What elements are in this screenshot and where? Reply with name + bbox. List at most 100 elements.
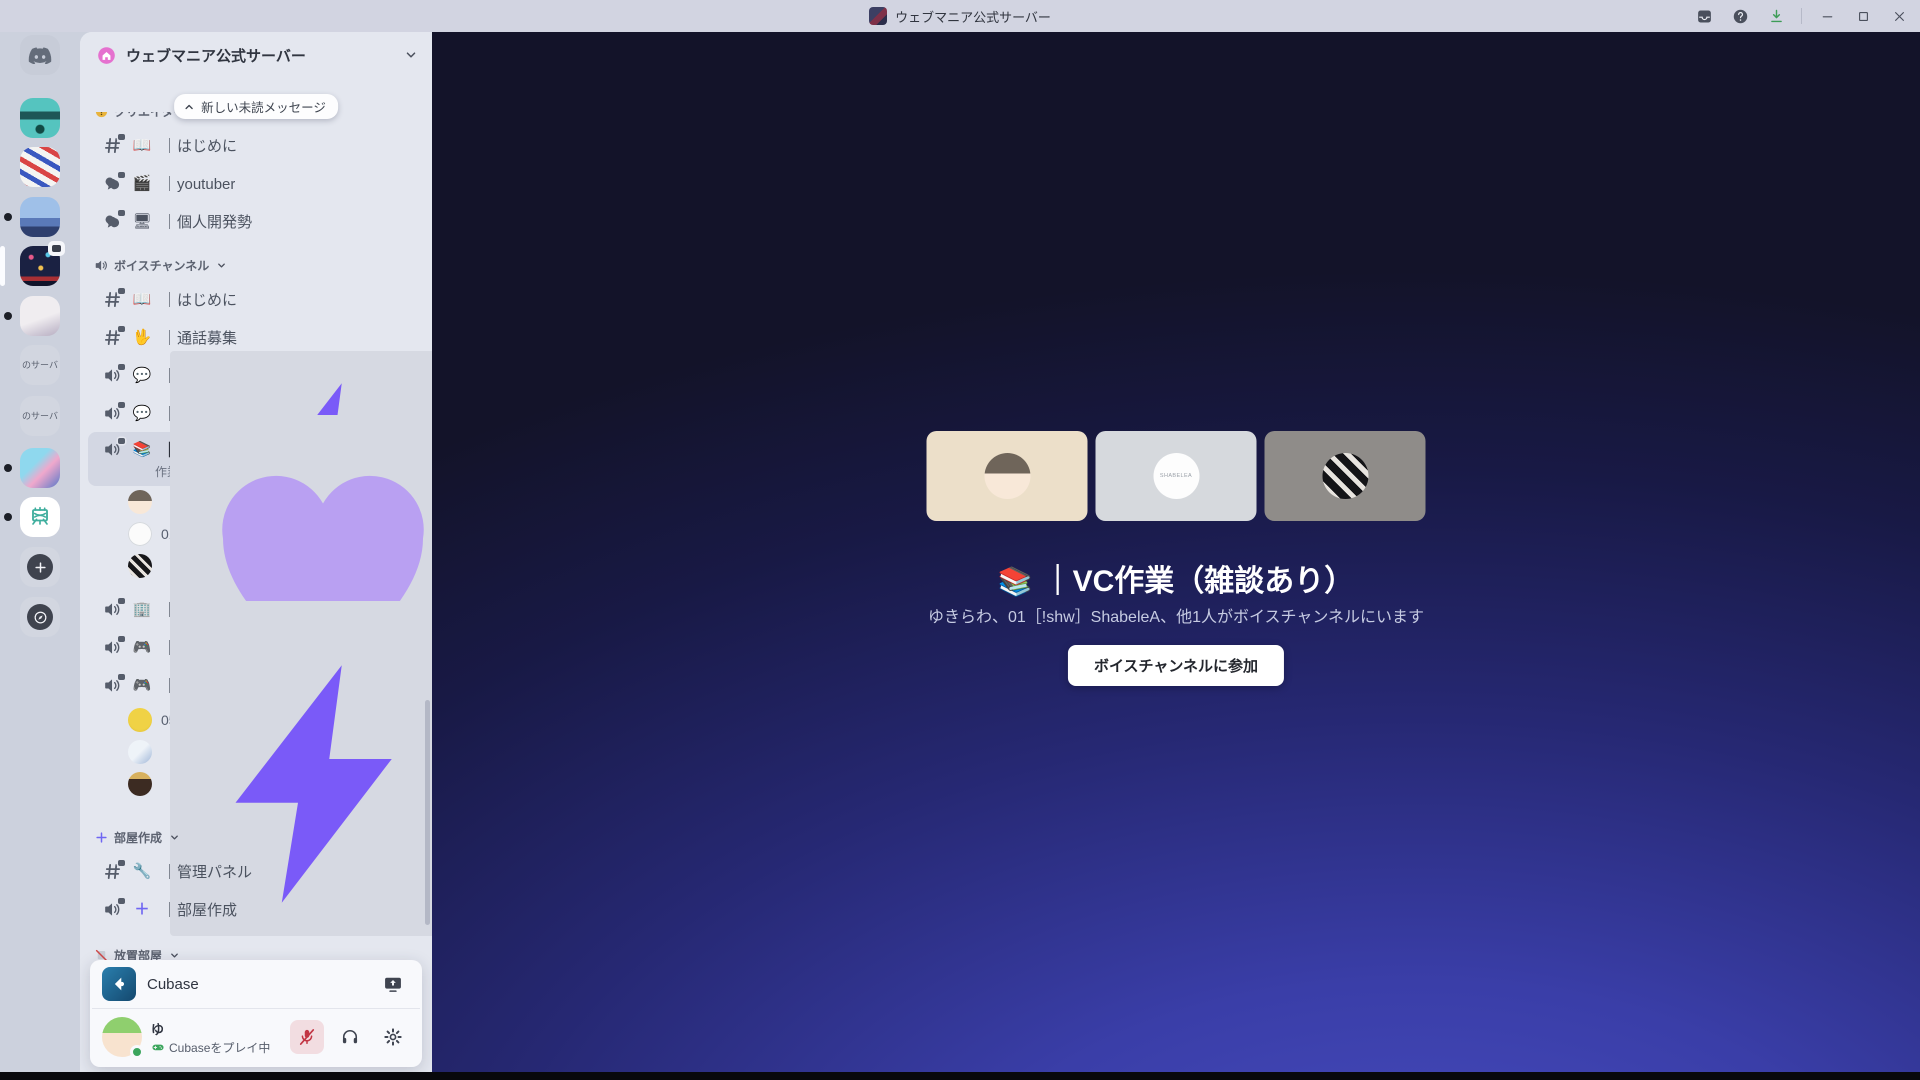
channel-label: ｜部屋作成: [162, 901, 238, 919]
server-avatar: のサーバ: [20, 345, 60, 385]
new-unread-messages-pill[interactable]: 新しい未読メッセージ: [174, 94, 338, 119]
gear-icon: [384, 1028, 402, 1046]
category-label: ボイスチャンネル: [114, 258, 210, 273]
channel-hajimeni-voice[interactable]: 📖 ｜はじめに: [88, 280, 424, 318]
avatar: [128, 554, 152, 578]
activity-name: Cubase: [147, 975, 199, 993]
minimize-button[interactable]: [1812, 3, 1842, 29]
unread-indicator: [4, 464, 12, 472]
tile-t[interactable]: [1264, 431, 1426, 521]
server-avatar: [20, 98, 60, 138]
titlebar-center: ウェブマニア公式サーバー: [869, 7, 1051, 26]
explore-servers-avatar: [20, 597, 60, 637]
forum-icon: [103, 171, 125, 193]
plus-purple-icon: [94, 830, 109, 845]
category-heya-sakusei-category[interactable]: 部屋作成: [94, 822, 418, 852]
server-header-button[interactable]: ウェブマニア公式サーバー: [80, 32, 432, 78]
participant-avatar: [984, 453, 1030, 499]
avatar-logo-text: SHABELEA: [1159, 473, 1193, 479]
user-texts[interactable]: ゆ Cubaseをプレイ中: [151, 1019, 281, 1056]
channel-sidebar: クリエイター交流📖｜はじめに🎬｜youtuber🖥｜個人開発勢ボイスチャンネル📖…: [80, 32, 432, 1072]
unread-pill-label: 新しい未読メッセージ: [201, 101, 326, 115]
rail-item-server-photo[interactable]: [4, 197, 60, 237]
rail-item-server-text-1[interactable]: のサーバ: [20, 345, 60, 385]
inbox-button[interactable]: [1689, 3, 1719, 29]
server-home-icon: [98, 46, 115, 64]
update-download-button[interactable]: [1761, 3, 1791, 29]
user-row: ゆ Cubaseをプレイ中: [90, 1009, 422, 1067]
voice-channel-participants: ゆきらわ、01［!shw］ShabeleA、他1人がボイスチャンネルにいます: [927, 609, 1425, 626]
rail-item-server-webmania[interactable]: [0, 241, 65, 286]
channel-kojin-kaihatsu[interactable]: 🖥 ｜個人開発勢: [88, 202, 424, 240]
rail-item-server-anime[interactable]: [4, 296, 60, 336]
chevron-down-icon: [406, 52, 416, 58]
rail-item-add-server[interactable]: [20, 547, 60, 587]
server-avatar: のサーバ: [20, 396, 60, 436]
forum-icon: [103, 209, 125, 231]
help-button[interactable]: [1725, 3, 1755, 29]
chevron-down-icon: [169, 950, 180, 961]
maximize-button[interactable]: [1848, 3, 1878, 29]
server-app-icon: [869, 7, 888, 25]
server-avatar: [20, 448, 60, 488]
rail-item-server-teal[interactable]: [20, 98, 60, 138]
gamepad-icon: [152, 1044, 164, 1051]
rail-item-server-collage[interactable]: [20, 147, 60, 187]
rail-item-server-miku[interactable]: [4, 448, 60, 488]
voice-member-member-t[interactable]: tPMD: [88, 414, 432, 718]
channel-kanri-panel[interactable]: 🔧 ｜管理パネル: [88, 852, 424, 890]
headphones-icon: [342, 1029, 358, 1044]
mic-mute-button[interactable]: [290, 1020, 324, 1054]
titlebar: ウェブマニア公式サーバー: [0, 0, 1920, 32]
voice-member-member-butahara[interactable]: 豚原長賢WEBM: [88, 632, 432, 936]
close-button[interactable]: [1884, 3, 1914, 29]
tile-shabelea[interactable]: SHABELEA: [1095, 431, 1257, 521]
rail-item-explore-servers[interactable]: [20, 597, 60, 637]
hash-icon: [103, 325, 125, 347]
category-voice-category[interactable]: ボイスチャンネル: [94, 250, 418, 280]
sidebar-scrollbar[interactable]: [425, 700, 430, 925]
unread-indicator: [4, 213, 12, 221]
rail-item-server-text-2[interactable]: のサーバ: [20, 396, 60, 436]
channel-heya-sakusei[interactable]: ＋ ｜部屋作成: [88, 890, 424, 928]
hash-icon: [103, 859, 125, 881]
channel-emoji: 💬: [132, 404, 152, 422]
channel-emoji: 🎬: [132, 174, 152, 192]
discord-logo-icon: [20, 35, 60, 75]
channel-emoji: 📚: [997, 566, 1033, 597]
server-avatar: [20, 296, 60, 336]
join-voice-channel-button[interactable]: ボイスチャンネルに参加: [1067, 645, 1285, 686]
avatar: [128, 708, 152, 732]
channel-emoji: 💬: [132, 366, 152, 384]
channel-emoji: 📖: [132, 290, 152, 308]
tile-yukirawa[interactable]: [926, 431, 1088, 521]
titlebar-controls: [1689, 0, 1920, 32]
screen-share-button[interactable]: [376, 967, 410, 1001]
channel-hajimeni-text[interactable]: 📖 ｜はじめに: [88, 126, 424, 164]
screen-share-icon: [385, 977, 401, 992]
stream-badge-icon: [48, 241, 65, 256]
speaker-icon: [103, 363, 125, 385]
participant-tiles: SHABELEA: [926, 431, 1426, 521]
channel-emoji: ＋: [134, 900, 150, 918]
titlebar-separator: [1801, 8, 1802, 24]
channel-label: ｜はじめに: [162, 137, 238, 155]
user-avatar[interactable]: [102, 1017, 144, 1059]
speaker-icon: [103, 401, 125, 423]
channel-emoji: 🎮: [132, 638, 152, 656]
category-label: 部屋作成: [114, 830, 163, 845]
deafen-button[interactable]: [333, 1020, 367, 1054]
compass-icon: [27, 604, 53, 630]
avatar: [128, 490, 152, 514]
user-status-text: Cubaseをプレイ中: [169, 1040, 271, 1055]
settings-button[interactable]: [376, 1020, 410, 1054]
channel-emoji: 📖: [132, 136, 152, 154]
channel-list: クリエイター交流📖｜はじめに🎬｜youtuber🖥｜個人開発勢ボイスチャンネル📖…: [80, 32, 432, 1072]
voice-channel-main: SHABELEA 📚 ｜VC作業（雑談あり） ゆきらわ、01［!shw］Shabe…: [432, 32, 1920, 1072]
add-server-avatar: [20, 547, 60, 587]
channel-emoji: 🖥: [132, 212, 152, 230]
rail-item-discord-home[interactable]: [20, 35, 60, 75]
rail-item-server-easel[interactable]: [4, 497, 60, 537]
channel-emoji: 🏢: [132, 600, 152, 618]
channel-youtuber[interactable]: 🎬 ｜youtuber: [88, 164, 424, 202]
